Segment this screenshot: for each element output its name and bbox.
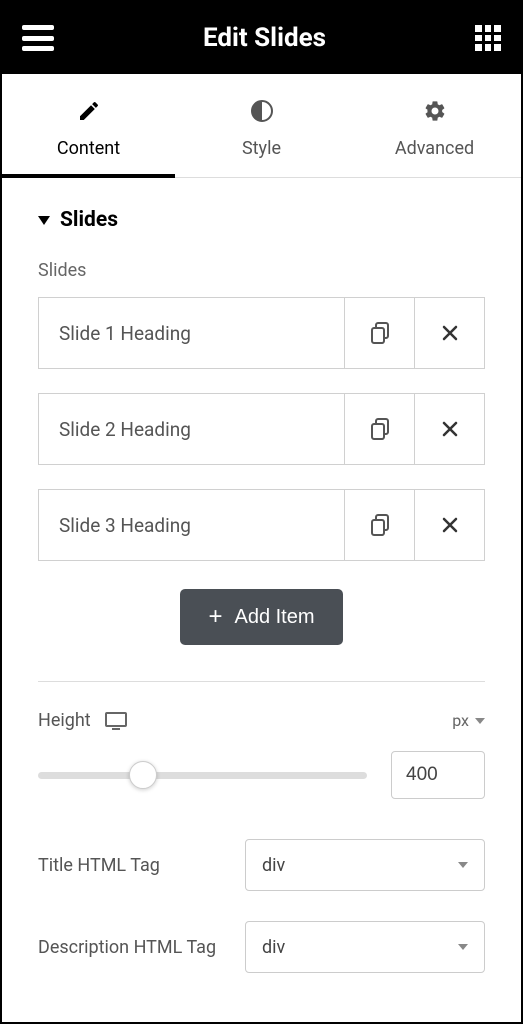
description-tag-select[interactable]: div [245, 921, 485, 973]
slider-track [38, 772, 367, 779]
remove-button[interactable] [414, 394, 484, 464]
editor-panel: Edit Slides Content Style Advanced [0, 0, 523, 1024]
unit-select[interactable]: px [452, 711, 485, 730]
header-title: Edit Slides [203, 23, 326, 53]
height-input[interactable] [391, 751, 485, 799]
tabs: Content Style Advanced [2, 74, 521, 178]
title-tag-label: Title HTML Tag [38, 855, 160, 876]
slider-thumb[interactable] [129, 761, 157, 789]
section-title: Slides [60, 208, 118, 232]
slide-item: Slide 3 Heading [38, 489, 485, 561]
close-icon [441, 516, 459, 534]
section-toggle-slides[interactable]: Slides [38, 208, 485, 232]
title-tag-row: Title HTML Tag div [38, 839, 485, 891]
tab-label: Style [242, 138, 281, 159]
slide-title[interactable]: Slide 3 Heading [39, 490, 344, 560]
tab-label: Advanced [395, 138, 474, 159]
unit-value: px [452, 711, 469, 730]
slide-title[interactable]: Slide 1 Heading [39, 298, 344, 368]
copy-icon [370, 514, 390, 536]
add-item-button[interactable]: + Add Item [180, 589, 342, 645]
tab-content[interactable]: Content [2, 74, 175, 177]
menu-icon[interactable] [22, 25, 54, 51]
pencil-icon [77, 98, 101, 124]
height-label-wrap: Height [38, 710, 127, 731]
desktop-icon[interactable] [105, 712, 127, 730]
height-slider-row [38, 751, 485, 799]
close-icon [441, 420, 459, 438]
slide-item: Slide 2 Heading [38, 393, 485, 465]
copy-icon [370, 418, 390, 440]
description-tag-label: Description HTML Tag [38, 937, 216, 958]
duplicate-button[interactable] [344, 394, 414, 464]
height-slider[interactable] [38, 763, 367, 787]
copy-icon [370, 322, 390, 344]
remove-button[interactable] [414, 298, 484, 368]
title-tag-value: div [262, 855, 285, 876]
tab-label: Content [57, 138, 120, 159]
duplicate-button[interactable] [344, 298, 414, 368]
tab-style[interactable]: Style [175, 74, 348, 177]
gear-icon [423, 98, 447, 124]
header: Edit Slides [2, 2, 521, 74]
divider [38, 681, 485, 682]
content-panel: Slides Slides Slide 1 Heading Slide 2 He… [2, 178, 521, 1022]
contrast-icon [250, 98, 274, 124]
slides-list-label: Slides [38, 260, 485, 281]
duplicate-button[interactable] [344, 490, 414, 560]
apps-icon[interactable] [475, 25, 501, 51]
add-item-label: Add Item [234, 606, 314, 629]
chevron-down-icon [475, 718, 485, 724]
caret-down-icon [38, 216, 50, 225]
height-label: Height [38, 710, 91, 731]
height-control: Height px [38, 710, 485, 731]
plus-icon: + [208, 605, 222, 629]
slide-title[interactable]: Slide 2 Heading [39, 394, 344, 464]
description-tag-value: div [262, 937, 285, 958]
slide-item: Slide 1 Heading [38, 297, 485, 369]
slide-list: Slide 1 Heading Slide 2 Heading Slide 3 [38, 297, 485, 561]
chevron-down-icon [458, 862, 468, 868]
close-icon [441, 324, 459, 342]
chevron-down-icon [458, 944, 468, 950]
remove-button[interactable] [414, 490, 484, 560]
title-tag-select[interactable]: div [245, 839, 485, 891]
description-tag-row: Description HTML Tag div [38, 921, 485, 973]
tab-advanced[interactable]: Advanced [348, 74, 521, 177]
